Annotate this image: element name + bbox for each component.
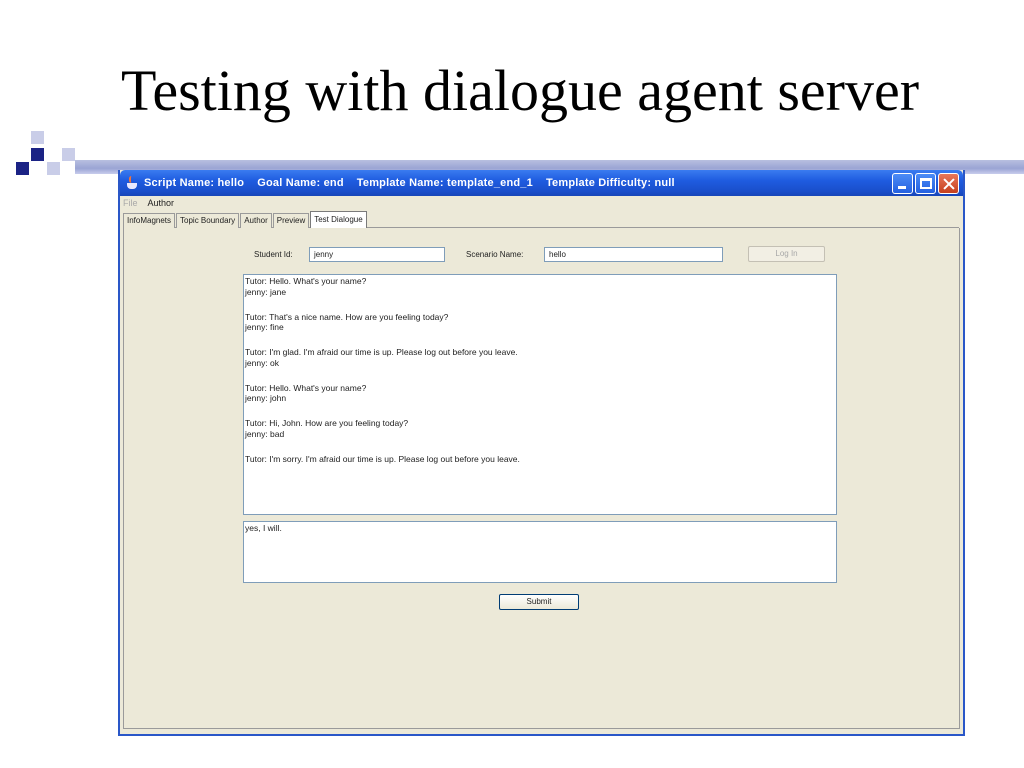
- tab-author[interactable]: Author: [240, 213, 272, 228]
- submit-button[interactable]: Submit: [499, 594, 579, 610]
- window-titlebar[interactable]: Script Name: hello Goal Name: end Templa…: [120, 170, 963, 196]
- java-icon: [126, 176, 138, 190]
- decorative-square: [16, 162, 29, 175]
- tutor-message: Tutor: Hello. What's your name?: [245, 276, 367, 286]
- dialogue-transcript[interactable]: Tutor: Hello. What's your name? jenny: ja…: [243, 274, 837, 515]
- maximize-icon: [920, 178, 932, 189]
- login-button[interactable]: Log In: [748, 246, 825, 262]
- student-message: jenny: ok: [245, 357, 280, 368]
- window-controls: [892, 173, 959, 194]
- tutor-message: Tutor: That's a nice name. How are you f…: [245, 311, 449, 322]
- tutor-message: Tutor: Hi, John. How are you feeling tod…: [245, 418, 409, 428]
- decorative-square: [31, 148, 44, 161]
- student-id-label: Student Id:: [254, 250, 293, 259]
- student-message: jenny: jane: [245, 286, 287, 297]
- tab-preview[interactable]: Preview: [272, 213, 310, 228]
- decorative-square: [31, 131, 44, 144]
- message-gap: [245, 368, 835, 383]
- maximize-button[interactable]: [915, 173, 936, 194]
- message-gap: [245, 297, 835, 312]
- reply-input[interactable]: yes, I will.: [243, 521, 837, 583]
- minimize-button[interactable]: [892, 173, 913, 194]
- tutor-message: Tutor: I'm glad. I'm afraid our time is …: [245, 347, 518, 357]
- menu-file[interactable]: File: [123, 198, 138, 208]
- close-button[interactable]: [938, 173, 959, 194]
- student-id-input[interactable]: jenny: [309, 247, 445, 262]
- tutor-message: Tutor: Hello. What's your name?: [245, 382, 367, 393]
- menu-bar: File Author: [120, 196, 963, 210]
- student-message: jenny: bad: [245, 428, 285, 439]
- message-gap: [245, 404, 835, 419]
- menu-author[interactable]: Author: [148, 198, 175, 208]
- minimize-icon: [898, 186, 906, 189]
- student-message: jenny: john: [245, 393, 287, 403]
- slide: Testing with dialogue agent server Scrip…: [0, 0, 1024, 768]
- decorative-square: [47, 162, 60, 175]
- decorative-square: [62, 148, 75, 161]
- tab-infomagnets[interactable]: InfoMagnets: [123, 213, 176, 228]
- message-gap: [245, 333, 835, 348]
- scenario-name-label: Scenario Name:: [466, 250, 524, 259]
- tab-test-dialogue[interactable]: Test Dialogue: [310, 211, 367, 228]
- tab-topic-boundary[interactable]: Topic Boundary: [176, 213, 240, 228]
- message-gap: [245, 439, 835, 454]
- scenario-name-input[interactable]: hello: [544, 247, 723, 262]
- student-message: jenny: fine: [245, 322, 284, 332]
- tutor-message: Tutor: I'm sorry. I'm afraid our time is…: [245, 453, 520, 464]
- slide-title: Testing with dialogue agent server: [120, 58, 920, 123]
- tab-bar: InfoMagnets Topic Boundary Author Previe…: [123, 211, 959, 228]
- window-title: Script Name: hello Goal Name: end Templa…: [144, 177, 675, 189]
